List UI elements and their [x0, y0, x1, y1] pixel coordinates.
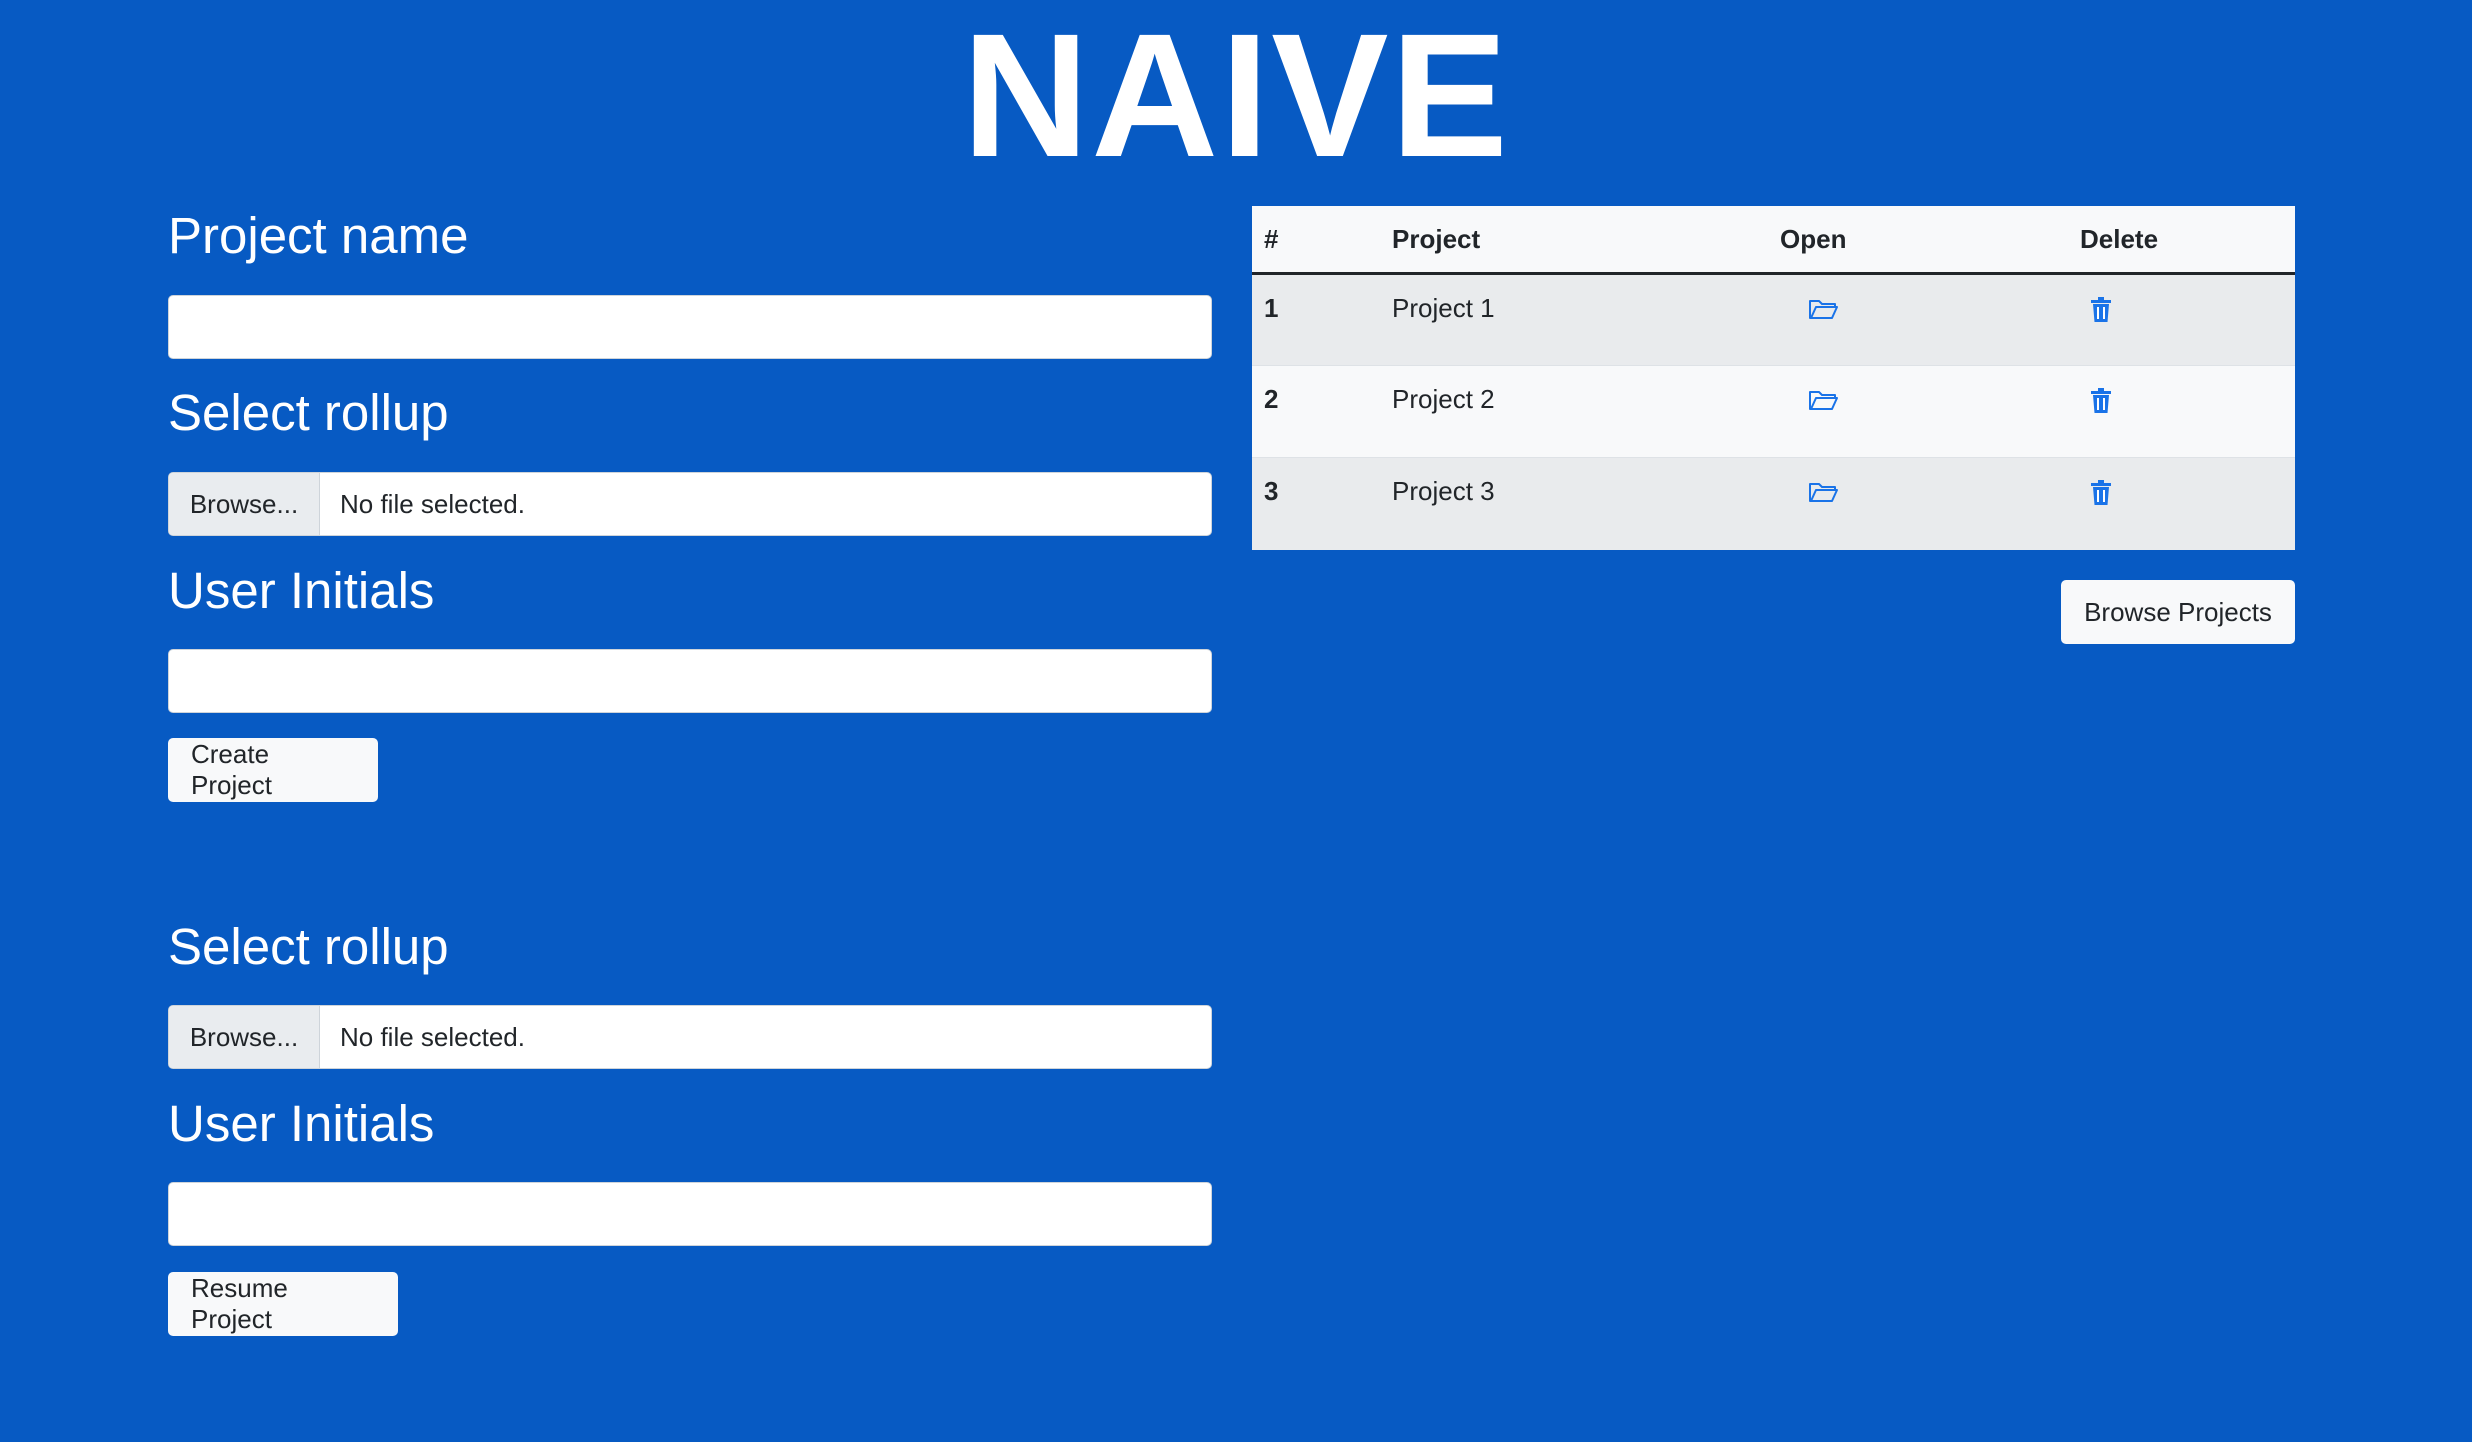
trash-icon[interactable] [2090, 297, 2112, 330]
create-rollup-browse-button[interactable]: Browse... [169, 473, 320, 535]
column-header-open: Open [1768, 206, 2068, 275]
create-rollup-label: Select rollup [168, 384, 449, 441]
create-rollup-file-input[interactable]: Browse... No file selected. [168, 472, 1212, 536]
table-header-row: # Project Open Delete [1252, 206, 2295, 275]
folder-open-icon[interactable] [1808, 480, 1838, 511]
resume-initials-label: User Initials [168, 1095, 435, 1152]
resume-rollup-label: Select rollup [168, 918, 449, 975]
browse-projects-button[interactable]: Browse Projects [2061, 580, 2295, 644]
open-cell [1768, 457, 2068, 550]
resume-rollup-file-input[interactable]: Browse... No file selected. [168, 1005, 1212, 1069]
trash-icon[interactable] [2090, 388, 2112, 421]
folder-open-icon[interactable] [1808, 297, 1838, 328]
open-cell [1768, 273, 2068, 366]
create-initials-label: User Initials [168, 562, 435, 619]
delete-cell [2068, 365, 2295, 458]
column-header-delete: Delete [2068, 206, 2295, 275]
delete-cell [2068, 457, 2295, 550]
project-name-cell: Project 3 [1380, 457, 1768, 550]
resume-rollup-browse-button[interactable]: Browse... [169, 1006, 320, 1068]
projects-table: # Project Open Delete 1 Project 1 2 Proj… [1252, 206, 2295, 550]
table-row: 2 Project 2 [1252, 365, 2295, 458]
resume-rollup-file-status: No file selected. [340, 1021, 525, 1052]
folder-open-icon[interactable] [1808, 388, 1838, 419]
table-row: 3 Project 3 [1252, 457, 2295, 550]
table-row: 1 Project 1 [1252, 273, 2295, 366]
create-initials-input[interactable] [168, 649, 1212, 713]
column-header-project: Project [1380, 206, 1768, 275]
row-number: 2 [1252, 365, 1380, 458]
resume-project-button[interactable]: Resume Project [168, 1272, 398, 1336]
project-name-input[interactable] [168, 295, 1212, 359]
row-number: 1 [1252, 273, 1380, 366]
app-title: NAIVE [962, 0, 1510, 194]
create-rollup-file-status: No file selected. [340, 488, 525, 519]
resume-initials-input[interactable] [168, 1182, 1212, 1246]
project-name-cell: Project 2 [1380, 365, 1768, 458]
open-cell [1768, 365, 2068, 458]
project-name-cell: Project 1 [1380, 273, 1768, 366]
delete-cell [2068, 273, 2295, 366]
create-project-button[interactable]: Create Project [168, 738, 378, 802]
column-header-num: # [1252, 206, 1380, 275]
project-name-label: Project name [168, 207, 469, 264]
trash-icon[interactable] [2090, 480, 2112, 513]
row-number: 3 [1252, 457, 1380, 550]
